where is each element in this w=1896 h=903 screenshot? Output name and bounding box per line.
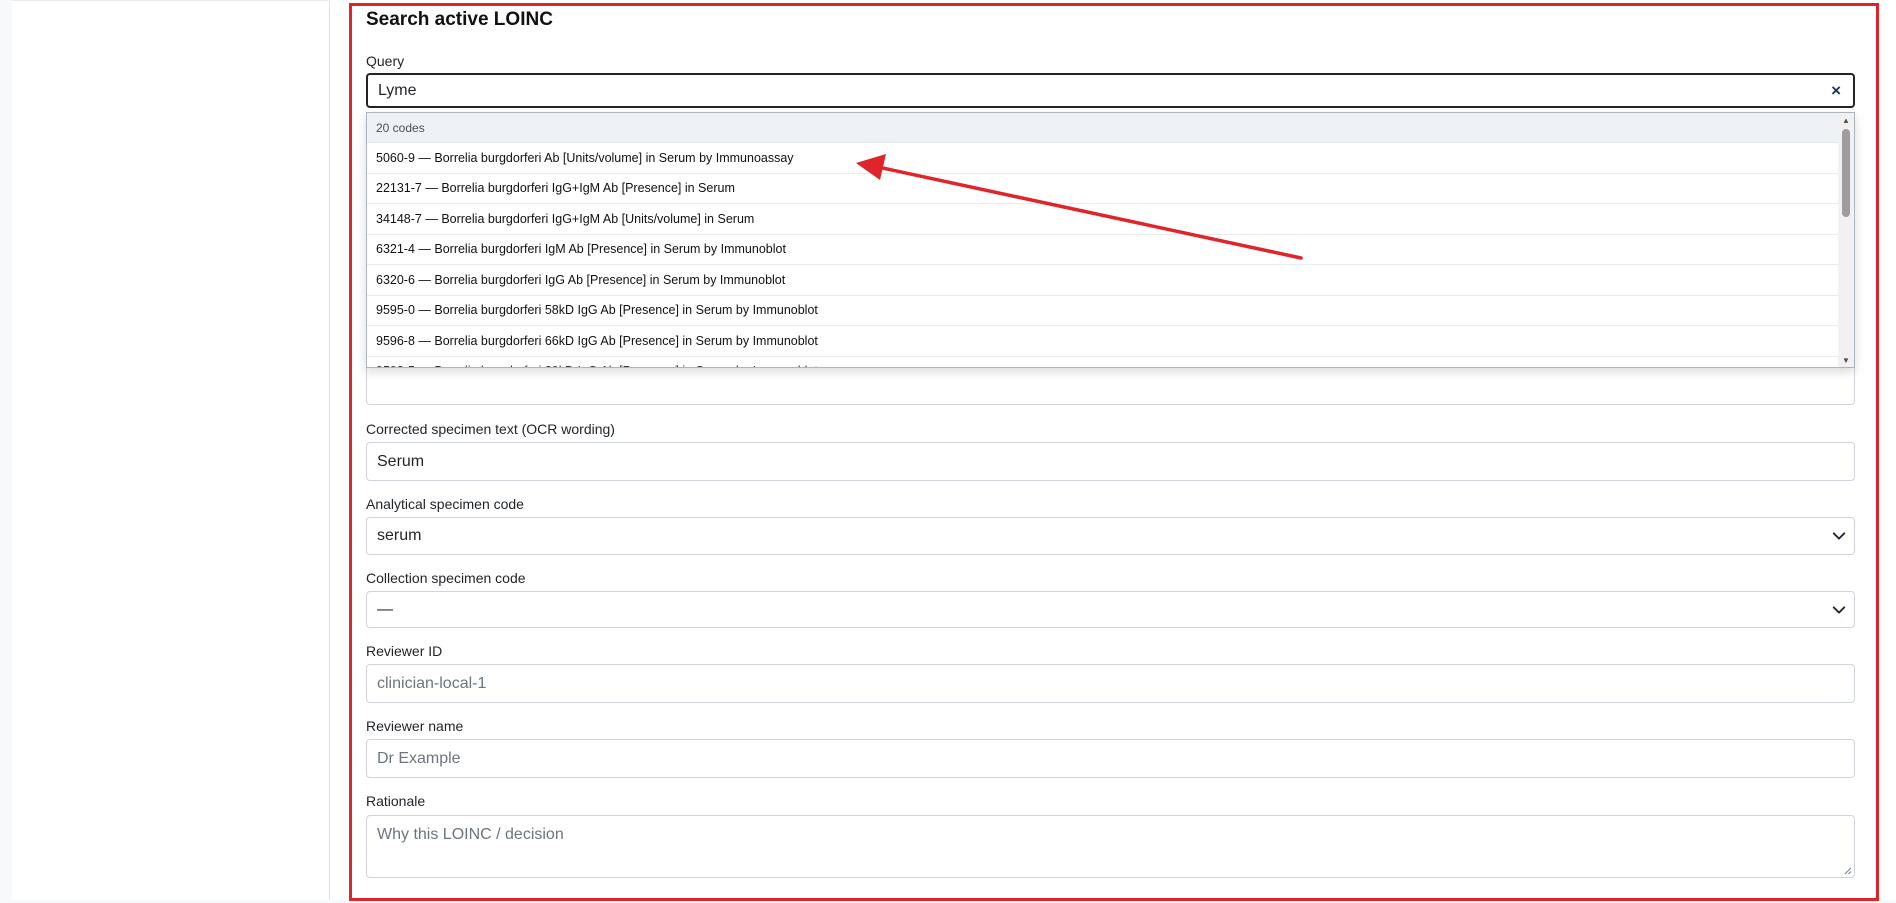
results-scrollbar[interactable]: ▲ ▼ (1838, 113, 1854, 367)
result-item[interactable]: 34148-7 — Borrelia burgdorferi IgG+IgM A… (367, 204, 1838, 235)
reviewer-id-placeholder: clinician-local-1 (377, 674, 487, 692)
rationale-textarea[interactable]: Why this LOINC / decision (366, 815, 1855, 878)
corrected-specimen-input[interactable]: Serum (366, 442, 1855, 481)
scroll-down-icon[interactable]: ▼ (1838, 353, 1854, 367)
analytical-specimen-label: Analytical specimen code (366, 496, 524, 512)
results-list: 5060-9 — Borrelia burgdorferi Ab [Units/… (367, 143, 1838, 367)
collection-specimen-select[interactable]: — (366, 591, 1855, 628)
result-item[interactable]: 22131-7 — Borrelia burgdorferi IgG+IgM A… (367, 174, 1838, 204)
reviewer-name-input[interactable]: Dr Example (366, 739, 1855, 778)
reviewer-id-label: Reviewer ID (366, 643, 443, 659)
hidden-field[interactable] (366, 366, 1855, 405)
corrected-specimen-label: Corrected specimen text (OCR wording) (366, 421, 615, 437)
collection-specimen-label: Collection specimen code (366, 570, 526, 586)
sidebar (12, 0, 330, 900)
query-label: Query (366, 53, 405, 69)
reviewer-name-placeholder: Dr Example (377, 749, 461, 767)
clear-icon[interactable]: × (1831, 81, 1841, 101)
result-item[interactable]: 6321-4 — Borrelia burgdorferi IgM Ab [Pr… (367, 235, 1838, 265)
corrected-specimen-value: Serum (377, 452, 425, 470)
results-count: 20 codes (367, 113, 1838, 143)
rationale-label: Rationale (366, 793, 426, 809)
result-item[interactable]: 9595-0 — Borrelia burgdorferi 58kD IgG A… (367, 296, 1838, 326)
results-dropdown[interactable]: 20 codes 5060-9 — Borrelia burgdorferi A… (366, 112, 1855, 368)
page-gutter (0, 0, 12, 903)
query-input[interactable]: Lyme × (366, 73, 1855, 108)
reviewer-name-label: Reviewer name (366, 718, 464, 734)
result-item[interactable]: 9596-8 — Borrelia burgdorferi 66kD IgG A… (367, 326, 1838, 357)
panel-title: Search active LOINC (366, 9, 553, 30)
result-item[interactable]: 5060-9 — Borrelia burgdorferi Ab [Units/… (367, 143, 1838, 174)
chevron-down-icon (1832, 532, 1846, 540)
rationale-placeholder: Why this LOINC / decision (377, 826, 564, 843)
resize-grip-icon[interactable] (1843, 866, 1852, 875)
reviewer-id-input[interactable]: clinician-local-1 (366, 664, 1855, 703)
scrollbar-thumb[interactable] (1842, 129, 1850, 217)
result-item[interactable]: 6320-6 — Borrelia burgdorferi IgG Ab [Pr… (367, 265, 1838, 296)
collection-specimen-value: — (377, 600, 393, 618)
scroll-up-icon[interactable]: ▲ (1838, 113, 1854, 127)
analytical-specimen-select[interactable]: serum (366, 517, 1855, 555)
chevron-down-icon (1832, 605, 1846, 614)
query-value: Lyme (378, 81, 417, 99)
result-item[interactable]: 9593-5 — Borrelia burgdorferi 39kD IgG A… (367, 357, 1838, 367)
analytical-specimen-value: serum (377, 527, 422, 544)
